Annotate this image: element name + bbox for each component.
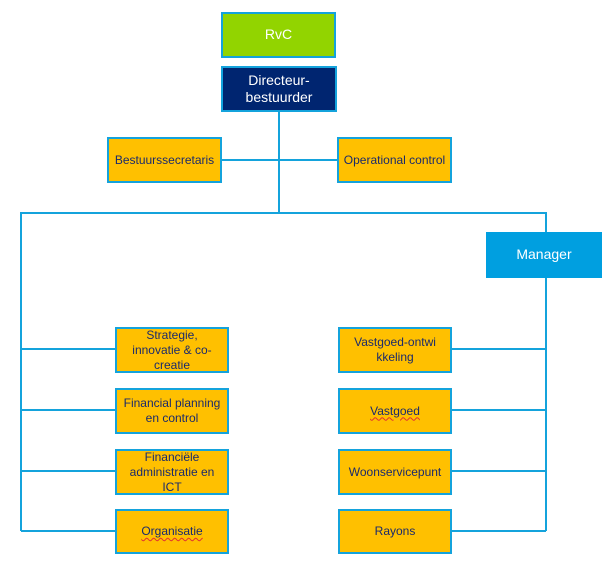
unit-box: Organisatie xyxy=(115,509,229,554)
unit-label: Vastgoed-ontwikkeling xyxy=(354,335,436,364)
unit-box: Financial planning en control xyxy=(115,388,229,434)
unit-label: Vastgoed xyxy=(370,403,420,418)
unit-label: Financiële administratie en ICT xyxy=(129,449,215,494)
staff-label: Operational control xyxy=(343,152,446,167)
unit-box: Strategie, innovatie & co-creatie xyxy=(115,327,229,373)
unit-label: Rayons xyxy=(374,524,416,538)
director-label: Directeur- bestuurder xyxy=(245,71,313,106)
unit-label: Organisatie xyxy=(141,524,203,538)
unit-label: Woonservicepunt xyxy=(348,464,442,479)
manager-box: Manager xyxy=(486,232,602,278)
unit-label: Financial planning en control xyxy=(123,396,221,425)
board-label: RvC xyxy=(264,26,293,43)
unit-box: Financiële administratie en ICT xyxy=(115,449,229,495)
staff-label: Bestuurssecretaris xyxy=(114,152,215,167)
staff-box-secretary: Bestuurssecretaris xyxy=(107,137,222,183)
unit-box: Woonservicepunt xyxy=(338,449,452,495)
board-box: RvC xyxy=(221,12,336,58)
unit-box: Vastgoed xyxy=(338,388,452,434)
unit-label: Strategie, innovatie & co-creatie xyxy=(132,327,212,372)
unit-box: Rayons xyxy=(338,509,452,554)
director-box: Directeur- bestuurder xyxy=(221,66,337,112)
staff-box-operational-control: Operational control xyxy=(337,137,452,183)
manager-label: Manager xyxy=(516,246,572,263)
unit-box: Vastgoed-ontwikkeling xyxy=(338,327,452,373)
